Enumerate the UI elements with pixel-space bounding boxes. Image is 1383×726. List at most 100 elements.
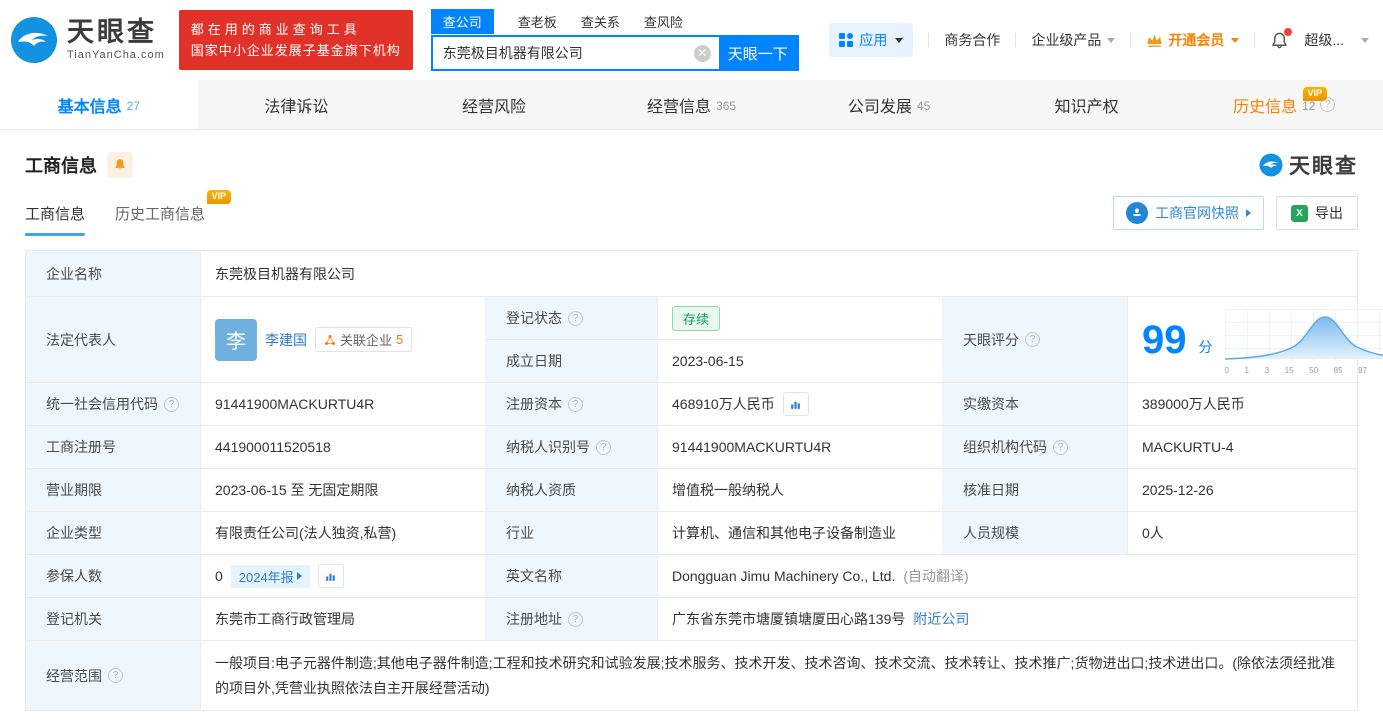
user-menu[interactable]: 超级... xyxy=(1304,30,1344,50)
tab-operational-risk[interactable]: 经营风险 xyxy=(395,80,593,129)
help-icon[interactable]: ? xyxy=(108,668,123,683)
search-button[interactable]: 天眼一下 xyxy=(718,37,797,69)
annual-report-badge[interactable]: 2024年报 xyxy=(230,564,310,588)
tab-history-info[interactable]: VIP 历史信息 12 ? xyxy=(1185,80,1383,129)
notifications-bell[interactable] xyxy=(1270,27,1293,50)
search-tab-relation[interactable]: 查关系 xyxy=(581,9,620,34)
industry-value: 计算机、通信和其他电子设备制造业 xyxy=(658,512,943,554)
reg-authority-value: 东莞市工商行政管理局 xyxy=(201,598,486,640)
nav-enterprise-products[interactable]: 企业级产品 xyxy=(1031,30,1116,50)
open-vip-button[interactable]: 开通会员 xyxy=(1146,30,1240,50)
help-icon[interactable]: ? xyxy=(164,396,179,412)
bell-curve xyxy=(1224,315,1383,360)
tab-business-info[interactable]: 经营信息 365 xyxy=(593,80,791,129)
avatar[interactable]: 李 xyxy=(215,318,257,361)
official-snapshot-button[interactable]: 工商官网快照 xyxy=(1113,196,1264,230)
english-name-label: 英文名称 xyxy=(486,555,658,597)
bell-icon xyxy=(115,159,125,170)
caret-down-icon[interactable] xyxy=(1361,37,1369,43)
vip-badge: VIP xyxy=(206,190,232,204)
business-scope-label: 经营范围 ? xyxy=(26,641,201,710)
caret-down-icon xyxy=(895,37,904,43)
caret-right-icon xyxy=(1246,209,1251,217)
snapshot-label: 工商官网快照 xyxy=(1155,205,1239,221)
reg-address-value: 广东省东莞市塘厦镇塘厦田心路139号 附近公司 xyxy=(658,598,1357,640)
score-label: 天眼评分 ? xyxy=(943,297,1128,382)
tab-basic-info[interactable]: 基本信息 27 xyxy=(0,80,198,129)
tab-count: 365 xyxy=(716,98,737,113)
staff-size-value: 0人 xyxy=(1128,512,1357,554)
company-name-value: 东莞极目机器有限公司 xyxy=(201,251,1357,296)
monitor-bell-button[interactable] xyxy=(107,152,133,178)
approval-date-value: 2025-12-26 xyxy=(1128,469,1357,511)
status-date-stack: 登记状态 ? 存续 成立日期 2023-06-15 xyxy=(486,297,943,382)
subtab-label: 历史工商信息 xyxy=(115,206,206,223)
tab-company-development[interactable]: 公司发展 45 xyxy=(790,80,988,129)
help-icon[interactable]: ? xyxy=(568,310,583,326)
caret-down-icon xyxy=(1231,37,1240,43)
search-tab-company[interactable]: 查公司 xyxy=(430,9,494,34)
reg-number-value: 441900011520518 xyxy=(201,426,486,468)
subtab-business-info[interactable]: 工商信息 xyxy=(25,203,86,236)
credit-code-value: 91441900MACKURTU4R xyxy=(201,383,486,425)
business-term-label: 营业期限 xyxy=(26,469,201,511)
company-name-label: 企业名称 xyxy=(26,251,201,296)
business-term-value: 2023-06-15 至 无固定期限 xyxy=(201,469,486,511)
help-icon[interactable]: ? xyxy=(1025,332,1040,347)
tab-count: 27 xyxy=(126,98,140,113)
tab-label: 公司发展 xyxy=(847,98,912,116)
reg-status-label: 登记状态 ? xyxy=(486,297,658,339)
table-row: 登记机关 东莞市工商行政管理局 注册地址 ? 广东省东莞市塘厦镇塘厦田心路139… xyxy=(26,598,1357,641)
score-distribution-chart: 0 1 3 15 50 85 97 99 100 xyxy=(1224,305,1383,375)
help-icon[interactable]: ? xyxy=(596,439,611,455)
tab-label: 法律诉讼 xyxy=(264,98,329,116)
watermark-text: 天眼查 xyxy=(1289,155,1358,178)
legal-rep-link[interactable]: 李建国 xyxy=(265,330,307,350)
related-count: 5 xyxy=(396,332,404,347)
auto-translate-note: (自动翻译) xyxy=(903,568,969,584)
apps-grid-icon xyxy=(839,33,854,47)
search-tab-boss[interactable]: 查老板 xyxy=(518,9,557,34)
score-unit: 分 xyxy=(1198,338,1213,355)
network-icon xyxy=(325,334,335,345)
tianyancha-logo[interactable]: 天眼查 TianYanCha.com xyxy=(10,16,165,64)
related-companies-badge[interactable]: 关联企业 5 xyxy=(315,327,413,352)
english-name-value: Dongguan Jimu Machinery Co., Ltd. (自动翻译) xyxy=(658,555,1357,597)
apps-menu[interactable]: 应用 xyxy=(829,23,914,57)
nav-divider xyxy=(1015,33,1017,47)
taxpayer-id-label: 纳税人识别号 ? xyxy=(486,426,658,468)
main-content: 工商信息 天眼查 工商信息 VIP 历史工商信息 工商官网快照 X 导出 企业名… xyxy=(0,130,1383,711)
bar-chart-icon xyxy=(326,573,336,581)
tab-label: 经营风险 xyxy=(461,98,526,116)
promo-line2: 国家中小企业发展子基金旗下机构 xyxy=(190,43,401,58)
insured-chart-button[interactable] xyxy=(317,564,344,588)
help-icon[interactable]: ? xyxy=(568,611,583,627)
tab-legal-proceedings[interactable]: 法律诉讼 xyxy=(198,80,396,129)
export-button[interactable]: X 导出 xyxy=(1276,196,1358,230)
logo-domain: TianYanCha.com xyxy=(67,49,165,61)
subtabs: 工商信息 VIP 历史工商信息 xyxy=(25,190,232,236)
help-icon[interactable]: ? xyxy=(568,396,583,412)
taxpayer-quality-label: 纳税人资质 xyxy=(486,469,658,511)
company-type-value: 有限责任公司(法人独资,私营) xyxy=(201,512,486,554)
nav-divider xyxy=(928,33,930,47)
tianyancha-logo-icon xyxy=(1259,153,1283,177)
watermark-logo: 天眼查 xyxy=(1259,150,1358,180)
chart-x-ticks: 0 1 3 15 50 85 97 99 100 xyxy=(1224,365,1383,375)
table-actions: 工商官网快照 X 导出 xyxy=(1113,196,1358,236)
notification-dot xyxy=(1284,27,1293,36)
clear-icon[interactable]: ✕ xyxy=(693,44,711,62)
nearby-companies-link[interactable]: 附近公司 xyxy=(913,609,969,629)
capital-chart-button[interactable] xyxy=(782,392,809,416)
subtab-history-business-info[interactable]: VIP 历史工商信息 xyxy=(115,190,232,236)
top-nav: 应用 商务合作 企业级产品 开通会员 超级... xyxy=(829,23,1369,57)
nav-cooperation[interactable]: 商务合作 xyxy=(944,30,1000,50)
help-icon[interactable]: ? xyxy=(1053,439,1068,455)
search-tab-risk[interactable]: 查风险 xyxy=(644,9,683,34)
approval-date-label: 核准日期 xyxy=(943,469,1128,511)
tab-label: 历史信息 xyxy=(1233,98,1298,116)
company-type-label: 企业类型 xyxy=(26,512,201,554)
tab-intellectual-property[interactable]: 知识产权 xyxy=(988,80,1186,129)
legal-rep-label: 法定代表人 xyxy=(26,297,201,382)
search-input[interactable] xyxy=(432,37,694,69)
